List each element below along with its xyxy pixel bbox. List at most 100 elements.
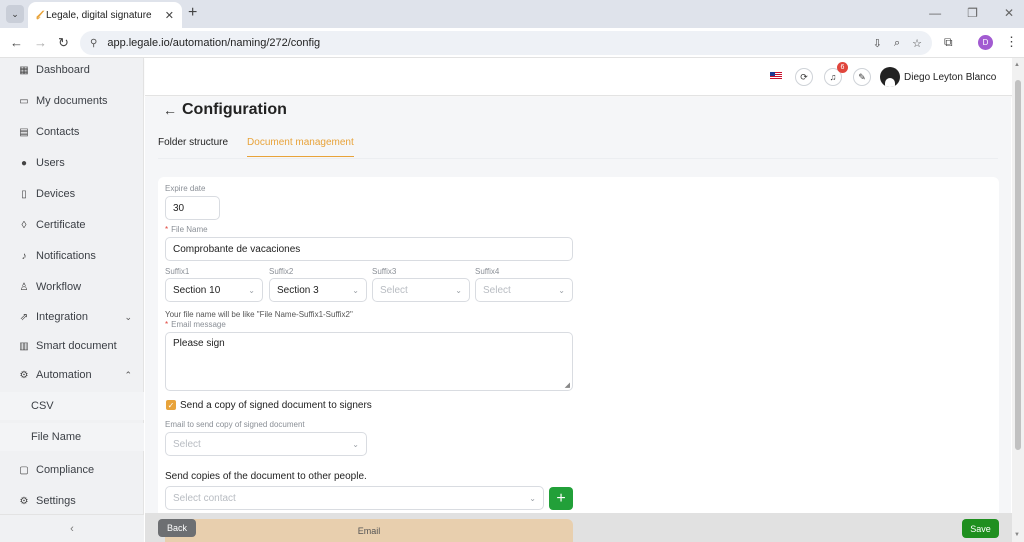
tab-document-management[interactable]: Document management <box>247 137 354 157</box>
avatar[interactable] <box>880 67 900 87</box>
sidebar-item-certificate[interactable]: ◊ Certificate <box>0 211 144 239</box>
user-name[interactable]: Diego Leyton Blanco <box>904 72 996 83</box>
email-message-value: Please sign <box>173 338 225 349</box>
top-header: ⟳ ♫ 6 ✎ Diego Leyton Blanco <box>145 58 1024 96</box>
email-section-header[interactable]: Email <box>165 519 573 542</box>
url-text[interactable]: app.legale.io/automation/naming/272/conf… <box>107 37 872 49</box>
arrow-left-icon[interactable]: ← <box>163 102 177 118</box>
resize-handle-icon[interactable]: ◢ <box>565 381 570 389</box>
sidebar-item-label: Automation <box>36 369 92 381</box>
main-content: ← Configuration Folder structure Documen… <box>145 97 1011 542</box>
add-contact-button[interactable]: + <box>549 487 573 510</box>
other-people-title: Send copies of the document to other peo… <box>165 471 367 482</box>
sidebar-subitem-label: CSV <box>31 400 54 412</box>
device-icon: ▯ <box>21 188 27 200</box>
sidebar-item-label: Users <box>36 157 65 169</box>
profile-avatar[interactable]: D <box>978 35 993 50</box>
minimize-icon[interactable]: — <box>929 6 941 20</box>
sidebar-subitem-file-name[interactable]: File Name <box>0 423 144 451</box>
zoom-icon[interactable]: ⌕ <box>894 37 900 50</box>
sidebar-item-my-documents[interactable]: ▭ My documents <box>0 87 144 115</box>
sidebar-item-users[interactable]: ● Users <box>0 149 144 177</box>
send-copy-label[interactable]: Send a copy of signed document to signer… <box>180 400 372 411</box>
sidebar-item-label: Workflow <box>36 281 82 293</box>
back-nav-icon[interactable]: ← <box>10 35 23 50</box>
automation-icon: ⚙ <box>19 369 29 381</box>
sidebar-item-label: Contacts <box>36 126 80 138</box>
email-section-label: Email <box>357 526 381 536</box>
sidebar-item-workflow[interactable]: ♙ Workflow <box>0 273 144 301</box>
tab-search-icon[interactable]: ⌄ <box>6 5 24 23</box>
support-icon[interactable]: ⟳ <box>795 68 813 86</box>
email-message-textarea[interactable]: Please sign ◢ <box>165 332 573 391</box>
sidebar-item-compliance[interactable]: ▢ Compliance <box>0 456 144 484</box>
signature-icon[interactable]: ✎ <box>853 68 871 86</box>
sidebar-subitem-csv[interactable]: CSV <box>0 392 144 420</box>
scroll-up-icon[interactable]: ▲ <box>1014 62 1020 68</box>
suffix3-placeholder: Select <box>380 284 408 296</box>
contact-select[interactable]: Select contact ⌄ <box>165 486 544 510</box>
close-window-icon[interactable]: ✕ <box>1004 6 1014 20</box>
suffix4-placeholder: Select <box>483 284 511 296</box>
send-copy-checkbox[interactable]: ✓ <box>166 400 176 410</box>
sidebar-item-settings[interactable]: ⚙ Settings <box>0 487 144 515</box>
scroll-down-icon[interactable]: ▼ <box>1014 532 1020 538</box>
sidebar-item-smart-document[interactable]: ▥ Smart document <box>0 332 144 360</box>
file-name-input[interactable]: Comprobante de vacaciones <box>165 237 573 261</box>
sidebar-item-integration[interactable]: ⇗ Integration ⌄ <box>0 303 144 331</box>
suffix1-value: Section 10 <box>173 284 221 296</box>
chevron-down-icon: ⌄ <box>352 285 359 295</box>
chevron-left-icon: ‹ <box>70 522 74 535</box>
copy-email-select[interactable]: Select ⌄ <box>165 432 367 456</box>
close-tab-icon[interactable]: ✕ <box>165 9 174 22</box>
sidebar-item-contacts[interactable]: ▤ Contacts <box>0 118 144 146</box>
tab-folder-structure[interactable]: Folder structure <box>158 137 228 157</box>
restore-icon[interactable]: ❐ <box>967 6 978 20</box>
sidebar-item-label: Certificate <box>36 219 86 231</box>
install-app-icon[interactable]: ⇩ <box>873 37 882 50</box>
suffix2-select[interactable]: Section 3 ⌄ <box>269 278 367 302</box>
new-tab-icon[interactable]: + <box>188 4 197 22</box>
chevron-down-icon: ⌄ <box>529 493 536 503</box>
suffix1-select[interactable]: Section 10 ⌄ <box>165 278 263 302</box>
tabs-divider <box>158 158 998 159</box>
expire-date-input[interactable]: 30 <box>165 196 220 220</box>
browser-tab[interactable]: 𝓁 Legale, digital signature ✕ <box>28 2 182 28</box>
address-bar[interactable]: ⚲ app.legale.io/automation/naming/272/co… <box>80 31 932 55</box>
chevron-up-icon[interactable]: ⌃ <box>124 370 132 381</box>
sidebar-item-notifications[interactable]: ♪ Notifications <box>0 242 144 270</box>
sidebar-item-label: Smart document <box>36 340 117 352</box>
back-button[interactable]: Back <box>158 519 196 537</box>
browser-menu-icon[interactable]: ⋮ <box>1005 34 1018 50</box>
site-info-icon[interactable]: ⚲ <box>90 38 97 49</box>
suffix4-select[interactable]: Select ⌄ <box>475 278 573 302</box>
bookmark-star-icon[interactable]: ☆ <box>912 37 922 50</box>
suffix3-label: Suffix3 <box>372 267 397 276</box>
browser-toolbar: ← → ↻ ⚲ app.legale.io/automation/naming/… <box>0 28 1024 58</box>
sidebar-item-automation[interactable]: ⚙ Automation ⌃ <box>0 361 144 389</box>
sidebar-item-label: Compliance <box>36 464 95 476</box>
file-name-hint: Your file name will be like "File Name-S… <box>165 310 353 319</box>
save-button[interactable]: Save <box>962 519 999 538</box>
sidebar-item-label: Dashboard <box>36 64 90 76</box>
chevron-down-icon[interactable]: ⌄ <box>124 312 132 323</box>
tabs: Folder structure Document management <box>158 137 373 157</box>
forward-nav-icon[interactable]: → <box>34 35 47 50</box>
sidebar-item-devices[interactable]: ▯ Devices <box>0 180 144 208</box>
suffix3-select[interactable]: Select ⌄ <box>372 278 470 302</box>
sidebar-item-dashboard[interactable]: ▦ Dashboard <box>0 56 144 84</box>
chevron-down-icon: ⌄ <box>352 439 359 449</box>
email-message-label-text: Email message <box>171 320 226 329</box>
sidebar-item-label: My documents <box>36 95 108 107</box>
scroll-thumb[interactable] <box>1015 80 1021 450</box>
sidebar-item-label: Settings <box>36 495 76 507</box>
us-flag-icon[interactable] <box>770 72 782 80</box>
extensions-icon[interactable]: ⧉ <box>944 35 953 50</box>
page-scrollbar[interactable]: ▲ ▼ <box>1012 58 1024 542</box>
collapse-sidebar-button[interactable]: ‹ <box>0 514 144 542</box>
window-controls: — ❐ ✕ <box>929 6 1014 20</box>
reload-icon[interactable]: ↻ <box>58 35 69 51</box>
suffix2-label: Suffix2 <box>269 267 294 276</box>
sidebar-item-label: Devices <box>36 188 76 200</box>
compliance-icon: ▢ <box>19 464 29 476</box>
